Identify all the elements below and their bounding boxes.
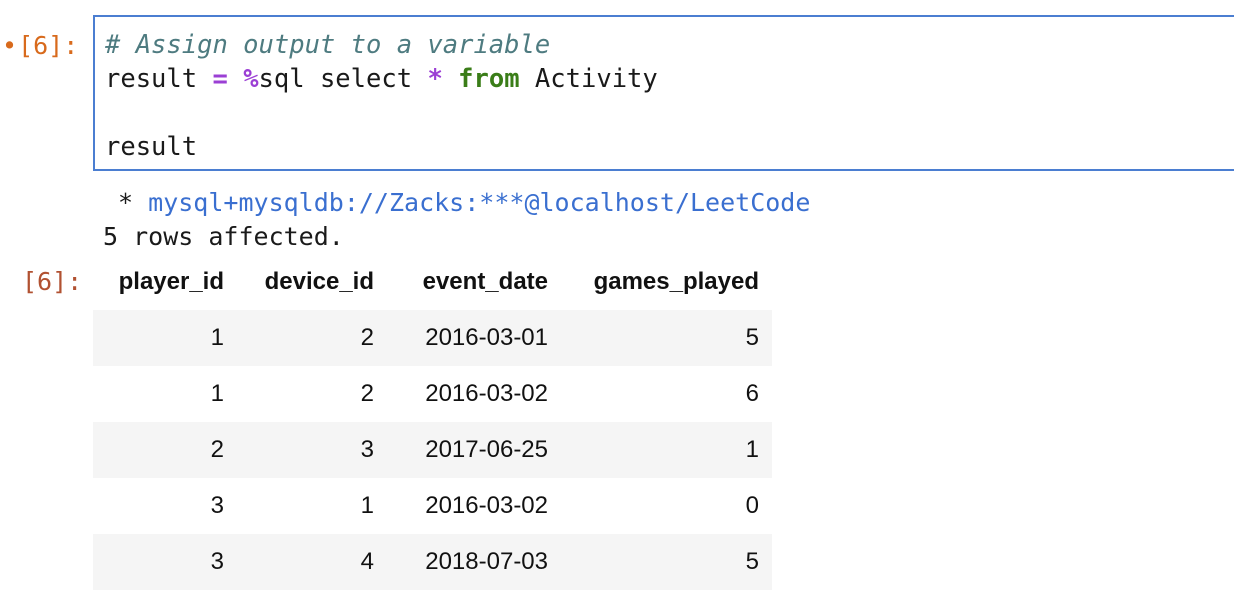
cell-device-id: 2: [237, 366, 387, 422]
modified-indicator: •: [2, 31, 18, 60]
input-prompt-label: [6]:: [18, 31, 79, 60]
cell-device-id: 3: [237, 422, 387, 478]
output-prompt: [6]:: [22, 267, 83, 296]
cell-device-id: 4: [237, 534, 387, 590]
cell-event-date: 2018-07-03: [387, 534, 561, 590]
cell-games-played: 1: [561, 422, 772, 478]
cell-games-played: 6: [561, 366, 772, 422]
code-line[interactable]: result = %sql select * from Activity: [105, 62, 658, 96]
code-token-plain: sql select: [258, 64, 428, 94]
code-token-op: %: [243, 64, 259, 94]
cell-player-id: 3: [93, 534, 237, 590]
column-header-event-date: event_date: [422, 268, 548, 295]
column-header-device-id: device_id: [264, 268, 374, 295]
code-token-plain: Activity: [519, 64, 658, 94]
code-content[interactable]: # Assign output to a variable result = %s…: [105, 28, 658, 164]
code-token-comment: # Assign output to a variable: [105, 30, 551, 60]
cell-player-id: 3: [93, 478, 237, 534]
code-token-kw: from: [458, 64, 520, 94]
connection-info: * mysql+mysqldb://Zacks:***@localhost/Le…: [103, 186, 810, 220]
table-row: 1 2 2016-03-02 6: [93, 366, 772, 422]
connection-url: mysql+mysqldb://Zacks:***@localhost/Leet…: [148, 188, 811, 217]
code-editor[interactable]: # Assign output to a variable result = %s…: [93, 15, 1234, 171]
cell-player-id: 1: [93, 310, 237, 366]
code-token-plain: result: [105, 64, 213, 94]
cell-games-played: 0: [561, 478, 772, 534]
cell-games-played: 5: [561, 534, 772, 590]
connection-prefix: *: [103, 188, 149, 217]
cell-player-id: 1: [93, 366, 237, 422]
code-token-op: =: [212, 64, 228, 94]
column-header-games-played: games_played: [593, 268, 759, 295]
cell-player-id: 2: [93, 422, 237, 478]
column-header-player-id: player_id: [118, 268, 224, 295]
table-row: 3 1 2016-03-02 0: [93, 478, 772, 534]
code-line[interactable]: result: [105, 130, 658, 164]
result-table: player_id device_id event_date games_pla…: [93, 254, 772, 590]
cell-device-id: 1: [237, 478, 387, 534]
cell-event-date: 2016-03-02: [387, 366, 561, 422]
table-row: 2 3 2017-06-25 1: [93, 422, 772, 478]
table-header-row: player_id device_id event_date games_pla…: [93, 254, 772, 310]
code-line[interactable]: # Assign output to a variable: [105, 28, 658, 62]
table-row: 1 2 2016-03-01 5: [93, 310, 772, 366]
cell-device-id: 2: [237, 310, 387, 366]
input-prompt: •[6]:: [2, 29, 78, 63]
code-line[interactable]: [105, 96, 658, 130]
table-row: 3 4 2018-07-03 5: [93, 534, 772, 590]
code-token-op: *: [427, 64, 443, 94]
cell-event-date: 2016-03-01: [387, 310, 561, 366]
code-token-plain: result: [105, 132, 198, 162]
cell-event-date: 2017-06-25: [387, 422, 561, 478]
cell-event-date: 2016-03-02: [387, 478, 561, 534]
cell-games-played: 5: [561, 310, 772, 366]
rows-affected-message: 5 rows affected.: [103, 222, 344, 251]
